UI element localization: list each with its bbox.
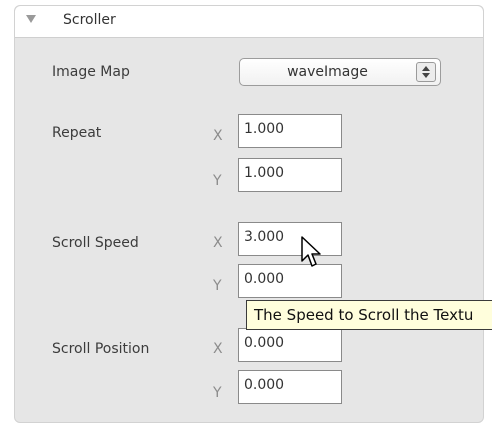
stepper-up-arrow-icon: [422, 66, 430, 71]
repeat-y-axis-label: Y: [213, 173, 222, 189]
repeat-x-axis-label: X: [213, 128, 223, 144]
repeat-label: Repeat: [52, 125, 102, 141]
scroll-speed-label: Scroll Speed: [52, 235, 139, 251]
repeat-x-field[interactable]: 1.000: [238, 114, 342, 148]
up-down-stepper-icon[interactable]: [416, 62, 436, 82]
scroll-position-x-axis-label: X: [213, 341, 223, 357]
scroll-speed-x-field[interactable]: 3.000: [238, 222, 342, 256]
arrow-pointer-icon: [301, 236, 321, 267]
scroll-position-y-axis-label: Y: [213, 385, 222, 401]
image-map-select[interactable]: waveImage: [239, 58, 441, 86]
panel-header[interactable]: Scroller: [15, 6, 483, 38]
repeat-y-field[interactable]: 1.000: [238, 158, 342, 192]
image-map-label: Image Map: [52, 64, 130, 80]
scroll-speed-y-axis-label: Y: [213, 278, 222, 294]
panel-title: Scroller: [63, 12, 116, 28]
scroll-speed-y-field[interactable]: 0.000: [238, 264, 342, 298]
image-map-value: waveImage: [287, 64, 368, 80]
scroll-speed-x-axis-label: X: [213, 235, 223, 251]
scroll-position-label: Scroll Position: [52, 341, 150, 357]
collapse-triangle-icon[interactable]: [26, 15, 36, 23]
scroll-position-x-field[interactable]: 0.000: [238, 328, 342, 362]
scroll-speed-tooltip: The Speed to Scroll the Textu: [246, 300, 492, 330]
stepper-down-arrow-icon: [422, 73, 430, 78]
scroll-position-y-field[interactable]: 0.000: [238, 370, 342, 404]
